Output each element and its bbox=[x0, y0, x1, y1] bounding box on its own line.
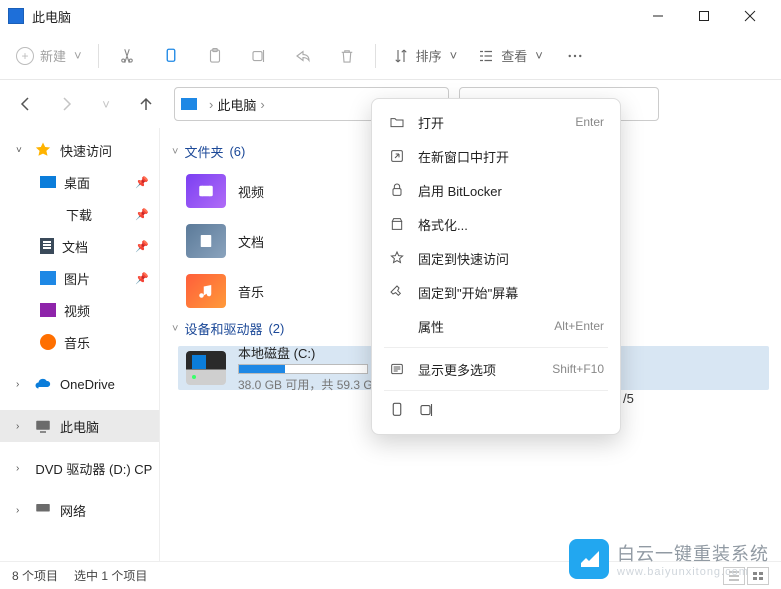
format-icon bbox=[388, 215, 406, 233]
minimize-button[interactable] bbox=[635, 0, 681, 32]
pc-icon bbox=[34, 417, 52, 435]
breadcrumb[interactable]: 此电脑 bbox=[217, 95, 256, 114]
ctx-show-more[interactable]: 显示更多选项Shift+F10 bbox=[378, 352, 614, 386]
maximize-button[interactable] bbox=[681, 0, 727, 32]
plus-circle-icon: + bbox=[16, 47, 34, 65]
chevron-down-icon: ˅ bbox=[16, 145, 26, 156]
chevron-down-icon: ˅ bbox=[450, 48, 458, 63]
close-button[interactable] bbox=[727, 0, 773, 32]
pictures-icon bbox=[40, 271, 56, 285]
properties-icon bbox=[388, 317, 406, 335]
sidebar-quick-access[interactable]: ˅快速访问 bbox=[0, 134, 159, 166]
chevron-down-icon: ˅ bbox=[74, 48, 82, 63]
truncated-text: /5 bbox=[623, 391, 634, 406]
chevron-right-icon: › bbox=[16, 421, 26, 432]
navigation-tree: ˅快速访问 桌面📌 下载📌 文档📌 图片📌 视频 音乐 ›OneDrive ›此… bbox=[0, 128, 160, 561]
ctx-open[interactable]: 打开Enter bbox=[378, 105, 614, 139]
sidebar-onedrive[interactable]: ›OneDrive bbox=[0, 368, 159, 400]
up-button[interactable] bbox=[128, 86, 164, 122]
new-window-icon bbox=[388, 147, 406, 165]
video-icon bbox=[40, 303, 56, 317]
forward-button[interactable] bbox=[48, 86, 84, 122]
sidebar-videos[interactable]: 视频 bbox=[0, 294, 159, 326]
sidebar-documents[interactable]: 文档📌 bbox=[0, 230, 159, 262]
network-icon bbox=[34, 501, 52, 519]
drive-name: 本地磁盘 (C:) bbox=[238, 343, 381, 362]
ctx-pin-start[interactable]: 固定到"开始"屏幕 bbox=[378, 275, 614, 309]
chevron-right-icon: › bbox=[209, 97, 213, 112]
share-button[interactable] bbox=[283, 38, 323, 74]
pin-icon: 📌 bbox=[135, 240, 149, 253]
app-icon bbox=[8, 8, 24, 24]
sidebar-thispc[interactable]: ›此电脑 bbox=[0, 410, 159, 442]
pin-icon: 📌 bbox=[135, 208, 149, 221]
recent-dropdown[interactable]: ˅ bbox=[88, 86, 124, 122]
sidebar-downloads[interactable]: 下载📌 bbox=[0, 198, 159, 230]
rename-icon[interactable] bbox=[418, 401, 436, 422]
rename-button[interactable] bbox=[239, 38, 279, 74]
desktop-icon bbox=[40, 176, 56, 188]
pin-icon: 📌 bbox=[135, 176, 149, 189]
copy-icon[interactable] bbox=[388, 401, 406, 422]
sort-button[interactable]: 排序 ˅ bbox=[384, 38, 466, 74]
ctx-open-new-window[interactable]: 在新窗口中打开 bbox=[378, 139, 614, 173]
cut-button[interactable] bbox=[107, 38, 147, 74]
view-icons-button[interactable] bbox=[747, 567, 769, 585]
document-icon bbox=[40, 238, 54, 254]
view-button[interactable]: 查看 ˅ bbox=[469, 38, 551, 74]
window-title: 此电脑 bbox=[32, 7, 71, 26]
sidebar-dvd[interactable]: ›DVD 驱动器 (D:) CP bbox=[0, 452, 159, 484]
lock-icon bbox=[388, 181, 406, 199]
music-icon bbox=[40, 334, 56, 350]
drive-free: 38.0 GB 可用，共 59.3 GB bbox=[238, 376, 381, 393]
pin-icon: 📌 bbox=[135, 272, 149, 285]
back-button[interactable] bbox=[8, 86, 44, 122]
chevron-right-icon: › bbox=[16, 505, 26, 516]
folder-open-icon bbox=[388, 113, 406, 131]
music-folder-icon bbox=[186, 274, 226, 308]
ctx-format[interactable]: 格式化... bbox=[378, 207, 614, 241]
view-details-button[interactable] bbox=[723, 567, 745, 585]
chevron-right-icon: › bbox=[16, 463, 19, 474]
sidebar-pictures[interactable]: 图片📌 bbox=[0, 262, 159, 294]
ctx-bitlocker[interactable]: 启用 BitLocker bbox=[378, 173, 614, 207]
sidebar-network[interactable]: ›网络 bbox=[0, 494, 159, 526]
sidebar-desktop[interactable]: 桌面📌 bbox=[0, 166, 159, 198]
chevron-down-icon: ˅ bbox=[535, 48, 543, 63]
chevron-right-icon: › bbox=[16, 379, 26, 390]
video-folder-icon bbox=[186, 174, 226, 208]
paste-button[interactable] bbox=[195, 38, 235, 74]
copy-button[interactable] bbox=[151, 38, 191, 74]
pc-icon bbox=[181, 98, 197, 110]
status-selected: 选中 1 个项目 bbox=[74, 567, 147, 584]
star-icon bbox=[34, 141, 52, 159]
delete-button[interactable] bbox=[327, 38, 367, 74]
capacity-bar bbox=[238, 364, 368, 374]
context-menu: 打开Enter 在新窗口中打开 启用 BitLocker 格式化... 固定到快… bbox=[371, 98, 621, 435]
chevron-down-icon: ˅ bbox=[172, 323, 178, 335]
sidebar-music[interactable]: 音乐 bbox=[0, 326, 159, 358]
disk-icon bbox=[186, 351, 226, 385]
more-button[interactable] bbox=[555, 38, 595, 74]
star-outline-icon bbox=[388, 249, 406, 267]
new-label: 新建 bbox=[40, 46, 66, 65]
pin-icon bbox=[388, 283, 406, 301]
download-icon bbox=[40, 205, 58, 223]
more-options-icon bbox=[388, 360, 406, 378]
chevron-right-icon: › bbox=[260, 97, 264, 112]
sort-icon bbox=[392, 47, 410, 65]
status-item-count: 8 个项目 bbox=[12, 567, 58, 584]
view-icon bbox=[477, 47, 495, 65]
new-button[interactable]: + 新建 ˅ bbox=[8, 38, 90, 74]
chevron-down-icon: ˅ bbox=[172, 146, 178, 158]
ctx-properties[interactable]: 属性Alt+Enter bbox=[378, 309, 614, 343]
ctx-pin-quick[interactable]: 固定到快速访问 bbox=[378, 241, 614, 275]
cloud-icon bbox=[34, 375, 52, 393]
document-folder-icon bbox=[186, 224, 226, 258]
